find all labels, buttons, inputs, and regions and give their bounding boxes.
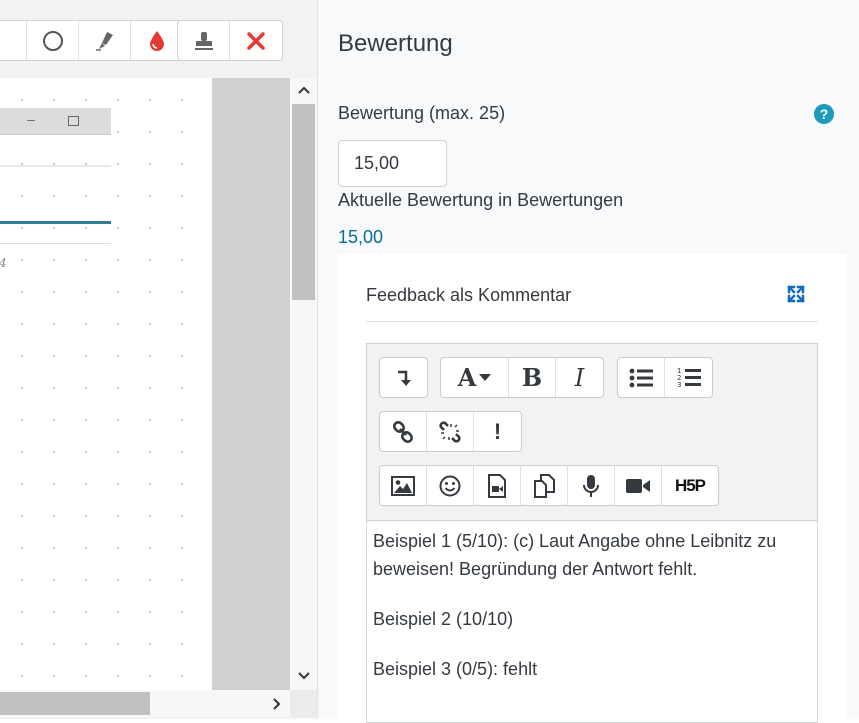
- bullet-list-icon: [629, 368, 653, 387]
- toolbar-group-links: !: [379, 411, 522, 452]
- stamp-tool-group: [177, 20, 283, 61]
- emoji-button[interactable]: [427, 466, 474, 505]
- circle-icon: [42, 30, 63, 51]
- pen-tool-button[interactable]: [79, 21, 131, 60]
- cross-stamp-button[interactable]: [230, 21, 282, 60]
- unordered-list-button[interactable]: [618, 358, 665, 397]
- manage-files-button[interactable]: [521, 466, 568, 505]
- microphone-icon: [583, 474, 599, 497]
- numbered-list-icon: 1 2 3: [677, 367, 701, 389]
- color-drop-icon: [150, 30, 164, 51]
- stamp-icon: [194, 31, 213, 50]
- link-icon: [392, 420, 414, 443]
- maximize-icon: [68, 116, 79, 126]
- h5p-icon: H5P: [674, 475, 706, 495]
- scrollbar-thumb[interactable]: [0, 692, 150, 715]
- blue-rule: [0, 221, 111, 224]
- red-cross-icon: [247, 31, 265, 50]
- link-button[interactable]: [380, 412, 427, 451]
- feedback-paragraph: Beispiel 1 (5/10): (c) Laut Angabe ohne …: [373, 531, 777, 579]
- expand-icon[interactable]: [786, 284, 806, 304]
- files-icon: [534, 473, 555, 498]
- media-file-icon: [488, 473, 506, 498]
- divider: [0, 243, 111, 244]
- toolbar-group-lists: 1 2 3: [617, 357, 713, 398]
- video-camera-icon: [626, 478, 650, 493]
- chevron-up-icon: [297, 86, 310, 94]
- scroll-up-button[interactable]: [290, 78, 317, 102]
- accessibility-checker-button[interactable]: !: [474, 412, 521, 451]
- vertical-scrollbar[interactable]: [290, 78, 317, 690]
- insert-image-button[interactable]: [380, 466, 427, 505]
- annotation-tool-group: [0, 20, 184, 61]
- feedback-comments-card: Feedback als Kommentar A B I 1 2 3 ! H5P…: [338, 254, 846, 723]
- ordered-list-button[interactable]: 1 2 3: [665, 358, 712, 397]
- current-grade-label: Aktuelle Bewertung in Bewertungen: [338, 190, 624, 210]
- horizontal-scrollbar[interactable]: [0, 690, 290, 717]
- minimize-icon: –: [27, 111, 35, 127]
- arrow-turn-down-icon: [397, 370, 411, 386]
- partial-tool-button[interactable]: [0, 21, 27, 60]
- chevron-right-icon: [273, 697, 281, 710]
- scroll-right-button[interactable]: [264, 690, 290, 717]
- section-heading: Bewertung: [338, 30, 453, 57]
- italic-button[interactable]: I: [556, 358, 603, 397]
- image-icon: [391, 475, 415, 496]
- rich-text-editor: A B I 1 2 3 ! H5P Beispiel 1 (5/10): (c)…: [366, 343, 818, 723]
- divider: [366, 321, 818, 322]
- grading-panel: Bewertung Bewertung (max. 25) ? Aktuelle…: [318, 0, 859, 723]
- caret-down-icon: [479, 373, 492, 381]
- unlink-button[interactable]: [427, 412, 474, 451]
- unlink-icon: [439, 420, 461, 443]
- canvas-background: [212, 78, 290, 690]
- stamp-tool-button[interactable]: [178, 21, 230, 60]
- page-digit: 4: [0, 256, 7, 270]
- feedback-paragraph: Beispiel 2 (10/10): [373, 609, 514, 629]
- record-video-button[interactable]: [615, 466, 662, 505]
- help-icon[interactable]: ?: [814, 104, 834, 124]
- oval-tool-button[interactable]: [27, 21, 79, 60]
- annotation-pane: – 4: [0, 0, 318, 719]
- grade-input[interactable]: [338, 140, 447, 187]
- scroll-down-button[interactable]: [290, 664, 317, 688]
- pen-icon: [95, 31, 113, 51]
- bold-icon: B: [521, 363, 543, 392]
- font-dropdown-icon: A: [457, 363, 477, 392]
- scrollbar-thumb[interactable]: [292, 104, 315, 300]
- embedded-window-titlebar: –: [0, 108, 111, 135]
- font-style-button[interactable]: A: [441, 358, 509, 397]
- italic-icon: I: [574, 363, 585, 392]
- color-tool-button[interactable]: [131, 21, 183, 60]
- toolbar-group-style: A B I: [440, 357, 604, 398]
- feedback-paragraph: Beispiel 3 (0/5): fehlt: [373, 659, 538, 679]
- exclamation-icon: !: [493, 418, 502, 444]
- divider: [0, 165, 111, 167]
- bold-button[interactable]: B: [509, 358, 556, 397]
- editor-content[interactable]: Beispiel 1 (5/10): (c) Laut Angabe ohne …: [367, 522, 817, 710]
- feedback-title: Feedback als Kommentar: [366, 285, 572, 305]
- smiley-icon: [439, 475, 461, 496]
- scrollbar-corner: [290, 690, 317, 717]
- grade-label: Bewertung (max. 25): [338, 103, 506, 123]
- toolbar-group-collapse: [379, 357, 428, 398]
- pdf-page-snippet: – 4: [0, 108, 111, 270]
- h5p-button[interactable]: H5P: [662, 466, 718, 505]
- chevron-down-icon: [297, 672, 310, 680]
- editor-toolbar: A B I 1 2 3 ! H5P: [367, 344, 817, 521]
- record-audio-button[interactable]: [568, 466, 615, 505]
- svg-text:3: 3: [677, 381, 681, 389]
- pdf-canvas[interactable]: – 4: [0, 78, 212, 690]
- insert-media-button[interactable]: [474, 466, 521, 505]
- current-grade-value[interactable]: 15,00: [338, 227, 383, 248]
- show-more-buttons[interactable]: [380, 358, 427, 397]
- toolbar-group-media: H5P: [379, 465, 719, 506]
